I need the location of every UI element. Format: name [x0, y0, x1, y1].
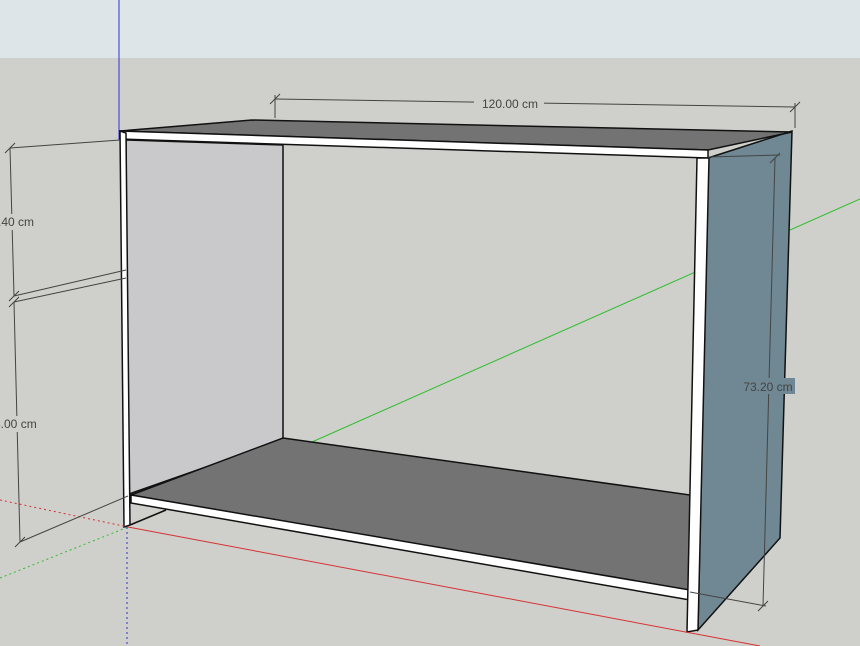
left-panel-inner-face[interactable]: [125, 139, 284, 497]
lower-height-label: 5.00 cm: [0, 417, 37, 431]
width-dimension-label: 120.00 cm: [482, 97, 538, 111]
top-thickness-label: .40 cm: [0, 215, 34, 229]
height-dimension-label: 73.20 cm: [743, 380, 792, 394]
sky-background: [0, 0, 860, 58]
model-scene[interactable]: 120.00 cm 73.20 cm .40 cm 5.00 cm: [0, 0, 860, 646]
sketchup-3d-viewport[interactable]: 120.00 cm 73.20 cm .40 cm 5.00 cm: [0, 0, 860, 646]
